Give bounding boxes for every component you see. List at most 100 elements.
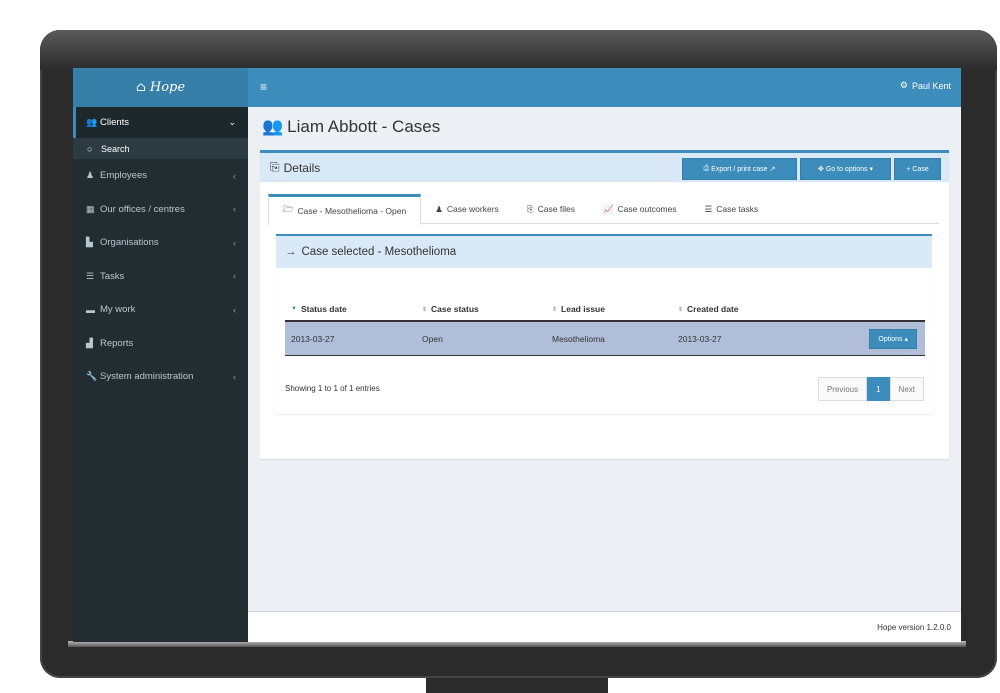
chevron-left-icon: ‹ (233, 170, 236, 181)
caret-up-icon: ▴ (902, 336, 908, 343)
home-icon: ⌂ (135, 80, 146, 95)
tab-case-tasks[interactable]: ☰ Case tasks (691, 194, 773, 224)
add-case-button[interactable]: + Case (894, 158, 941, 180)
table-info: Showing 1 to 1 of 1 entries (285, 384, 380, 393)
tab-case[interactable]: 🗁 Case - Mesothelioma - Open (268, 194, 422, 225)
bar-chart-icon: ▟ (86, 337, 93, 348)
column-label: Case status (431, 304, 479, 314)
caret-down-icon: ▾ (869, 166, 874, 173)
options-button[interactable]: Options ▴ (869, 329, 917, 349)
tab-case-workers[interactable]: ♟ Case workers (421, 194, 513, 224)
column-header-lead-issue[interactable]: ⇕ Lead issue (546, 304, 672, 314)
page-1-button[interactable]: 1 (867, 377, 890, 401)
hamburger-icon[interactable]: ≡ (260, 80, 267, 94)
sidebar-item-offices[interactable]: ▦ Our offices / centres ‹ (73, 193, 248, 227)
sidebar: ⌂ Hope 👥 Clients ⌄ ○ Search ♟ Employees … (73, 68, 248, 642)
chevron-left-icon: ‹ (233, 271, 236, 282)
sidebar-item-label: My work (100, 304, 136, 316)
cell-created-date: 2013-03-27 (678, 333, 722, 344)
export-print-button[interactable]: ⎙ Export / print case ↗ (682, 158, 797, 180)
page-title-text: Liam Abbott - Cases (287, 117, 441, 136)
tab-case-outcomes[interactable]: 📈 Case outcomes (589, 194, 691, 224)
column-label: Status date (300, 304, 347, 314)
users-icon: 👥 (86, 117, 98, 127)
list-icon: ☰ (86, 270, 95, 281)
building-icon: ▦ (86, 203, 95, 214)
chevron-left-icon: ‹ (233, 304, 236, 315)
case-selected-title: Case selected - Mesothelioma (301, 246, 457, 258)
tab-label: Case outcomes (617, 204, 677, 214)
sidebar-item-clients[interactable]: 👥 Clients ⌄ (73, 107, 248, 138)
previous-page-button[interactable]: Previous (817, 377, 868, 401)
cases-table: ▼ Status date ⇕ Case status ⇕ Lead issue ⇕ C… (285, 298, 925, 356)
column-header-status-date[interactable]: ▼ Status date (285, 304, 416, 314)
sidebar-item-system-admin[interactable]: 🔧 System administration ‹ (73, 360, 248, 394)
user-icon: ♟ (86, 170, 95, 181)
sidebar-item-label: Search (101, 143, 130, 154)
table-header: ▼ Status date ⇕ Case status ⇕ Lead issue ⇕ C… (285, 298, 925, 322)
user-name: Paul Kent (911, 80, 951, 91)
sidebar-item-label: Employees (100, 170, 147, 182)
sidebar-item-label: Our offices / centres (100, 203, 185, 215)
chevron-down-icon: ⌄ (228, 117, 236, 127)
brand-logo[interactable]: ⌂ Hope (73, 68, 248, 107)
user-menu[interactable]: ⚙ Paul Kent (900, 80, 951, 91)
monitor-stand (426, 678, 608, 693)
details-box: ⎘ Details ⎙ Export / print case ↗ ✥ Go t… (260, 150, 949, 459)
table-row[interactable]: 2013-03-27 Open Mesothelioma 2013-03-27 … (285, 322, 925, 356)
column-label: Lead issue (561, 304, 605, 314)
cell-lead-issue: Mesothelioma (552, 333, 605, 344)
main-content: 👥 Liam Abbott - Cases ⎘ Details ⎙ Export… (248, 107, 961, 642)
circle-icon: ○ (87, 143, 93, 154)
case-selected-box: → Case selected - Mesothelioma ▼ Status d… (276, 234, 932, 414)
sidebar-subitem-search[interactable]: ○ Search (73, 138, 248, 159)
go-to-options-button[interactable]: ✥ Go to options ▾ (800, 158, 891, 180)
monitor-sheen (40, 30, 997, 70)
case-tabs: 🗁 Case - Mesothelioma - Open ♟ Case work… (268, 194, 939, 225)
plus-icon: + (906, 165, 911, 173)
arrows-icon: ✥ (817, 166, 824, 173)
industry-icon: ▙ (86, 237, 93, 248)
case-selected-header: → Case selected - Mesothelioma (276, 236, 932, 268)
cell-case-status: Open (422, 333, 443, 344)
button-label: Export / print case (711, 165, 768, 173)
tab-case-files[interactable]: ⎘ Case files (513, 194, 589, 224)
sidebar-item-employees[interactable]: ♟ Employees ‹ (73, 159, 248, 193)
sidebar-item-label: Organisations (100, 237, 159, 249)
column-header-case-status[interactable]: ⇕ Case status (416, 304, 546, 314)
chevron-left-icon: ‹ (233, 204, 236, 215)
line-chart-icon: 📈 (602, 203, 614, 214)
sidebar-item-my-work[interactable]: ▬ My work ‹ (73, 293, 248, 327)
pagination: Previous 1 Next (817, 377, 924, 401)
list-icon: ☰ (704, 203, 713, 214)
external-link-icon: ↗ (769, 166, 776, 173)
brand-name: Hope (149, 80, 186, 95)
details-title: Details (283, 160, 321, 175)
app-screen: ⌂ Hope 👥 Clients ⌄ ○ Search ♟ Employees … (73, 68, 961, 642)
column-label: Created date (687, 304, 739, 314)
sort-icon: ⇕ (552, 306, 558, 313)
chevron-left-icon: ‹ (233, 237, 236, 248)
top-header: ≡ ⚙ Paul Kent (248, 68, 961, 107)
user-icon: ♟ (435, 203, 443, 214)
version-text: Hope version 1.2.0.0 (877, 623, 951, 632)
sidebar-item-reports[interactable]: ▟ Reports (73, 327, 248, 361)
sidebar-item-label: Reports (100, 337, 134, 349)
users-icon: 👥 (262, 117, 284, 136)
button-label: Go to options (825, 165, 868, 173)
tab-label: Case tasks (716, 204, 759, 214)
button-label: Case (912, 165, 929, 173)
sidebar-item-tasks[interactable]: ☰ Tasks ‹ (73, 260, 248, 294)
briefcase-icon: ▬ (86, 304, 95, 315)
next-page-button[interactable]: Next (889, 377, 924, 401)
footer: Hope version 1.2.0.0 (248, 611, 961, 642)
copy-icon: ⎘ (270, 160, 280, 174)
sort-desc-icon: ▼ (291, 306, 297, 312)
wrench-icon: 🔧 (86, 371, 98, 382)
column-header-created-date[interactable]: ⇕ Created date (672, 304, 872, 314)
sidebar-item-label: Tasks (100, 270, 125, 282)
chevron-left-icon: ‹ (233, 371, 236, 382)
cogs-icon: ⚙ (899, 80, 908, 90)
folder-open-icon: 🗁 (283, 204, 294, 214)
sidebar-item-organisations[interactable]: ▙ Organisations ‹ (73, 226, 248, 260)
